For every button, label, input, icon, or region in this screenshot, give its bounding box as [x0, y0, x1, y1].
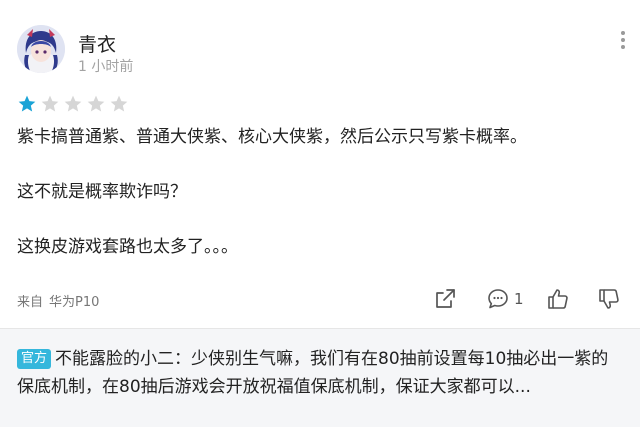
username[interactable]: 青衣: [78, 30, 116, 57]
star-empty-icon: [87, 95, 105, 112]
dislike-button[interactable]: [597, 286, 621, 312]
like-button[interactable]: [546, 286, 570, 312]
official-badge: 官方: [17, 349, 52, 369]
share-button[interactable]: [433, 286, 457, 312]
review-paragraph: 紫卡搞普通紫、普通大侠紫、核心大侠紫，然后公示只写紫卡概率。: [17, 127, 527, 147]
star-empty-icon: [41, 95, 59, 112]
comment-icon: [488, 289, 508, 309]
official-reply-text: 官方 不能露脸的小二：少侠别生气嘛，我们有在80抽前设置每10抽必出一紫的保底机制…: [17, 345, 625, 401]
comment-count: 1: [514, 290, 524, 308]
share-icon: [436, 289, 455, 308]
star-empty-icon: [64, 95, 82, 112]
star-filled-icon: [18, 95, 36, 112]
action-bar: 1: [0, 286, 640, 314]
thumbs-up-icon: [548, 289, 568, 309]
official-reply[interactable]: 官方 不能露脸的小二：少侠别生气嘛，我们有在80抽前设置每10抽必出一紫的保底机制…: [0, 329, 640, 427]
star-empty-icon: [110, 95, 128, 112]
star-rating: [17, 94, 129, 114]
comment-button[interactable]: 1: [486, 286, 524, 312]
avatar[interactable]: [17, 25, 65, 73]
more-vertical-icon[interactable]: [618, 28, 628, 58]
thumbs-down-icon: [599, 289, 619, 309]
review-content: 紫卡搞普通紫、普通大侠紫、核心大侠紫，然后公示只写紫卡概率。 这不就是概率欺诈吗…: [17, 124, 627, 260]
reply-author[interactable]: 不能露脸的小二: [55, 349, 174, 369]
review-paragraph: 这不就是概率欺诈吗？: [17, 182, 187, 202]
review-paragraph: 这换皮游戏套路也太多了。。。: [17, 237, 238, 257]
post-time: 1 小时前: [78, 59, 134, 75]
